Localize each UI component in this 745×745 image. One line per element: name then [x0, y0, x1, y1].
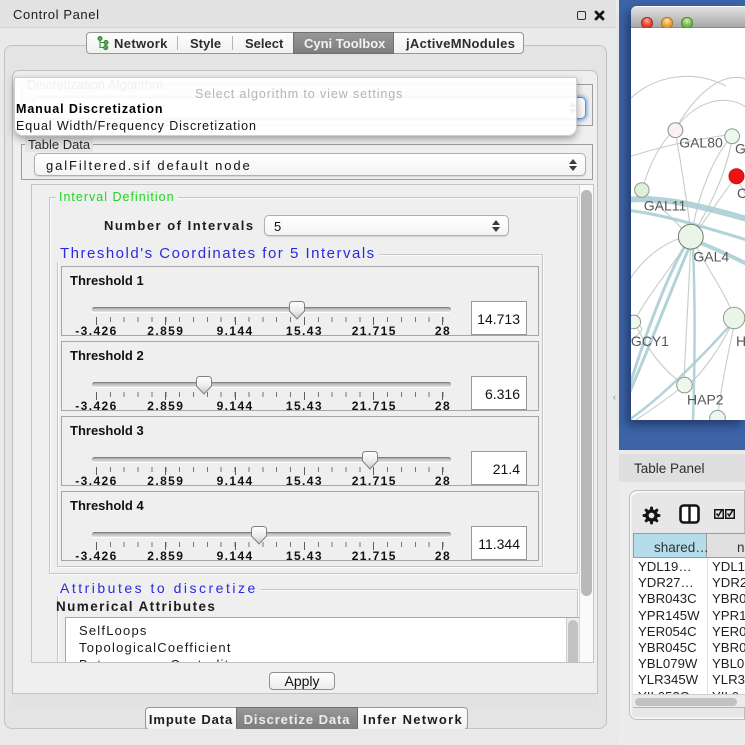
- svg-text:H: H: [736, 333, 745, 349]
- svg-text:GA: GA: [735, 141, 745, 157]
- svg-text:GAL80: GAL80: [679, 135, 723, 151]
- svg-text:GAL4: GAL4: [693, 249, 729, 265]
- svg-text:HAP2: HAP2: [687, 392, 724, 408]
- svg-text:GCY1: GCY1: [631, 333, 669, 349]
- svg-text:GAL11: GAL11: [644, 198, 687, 214]
- svg-text:C: C: [737, 185, 745, 201]
